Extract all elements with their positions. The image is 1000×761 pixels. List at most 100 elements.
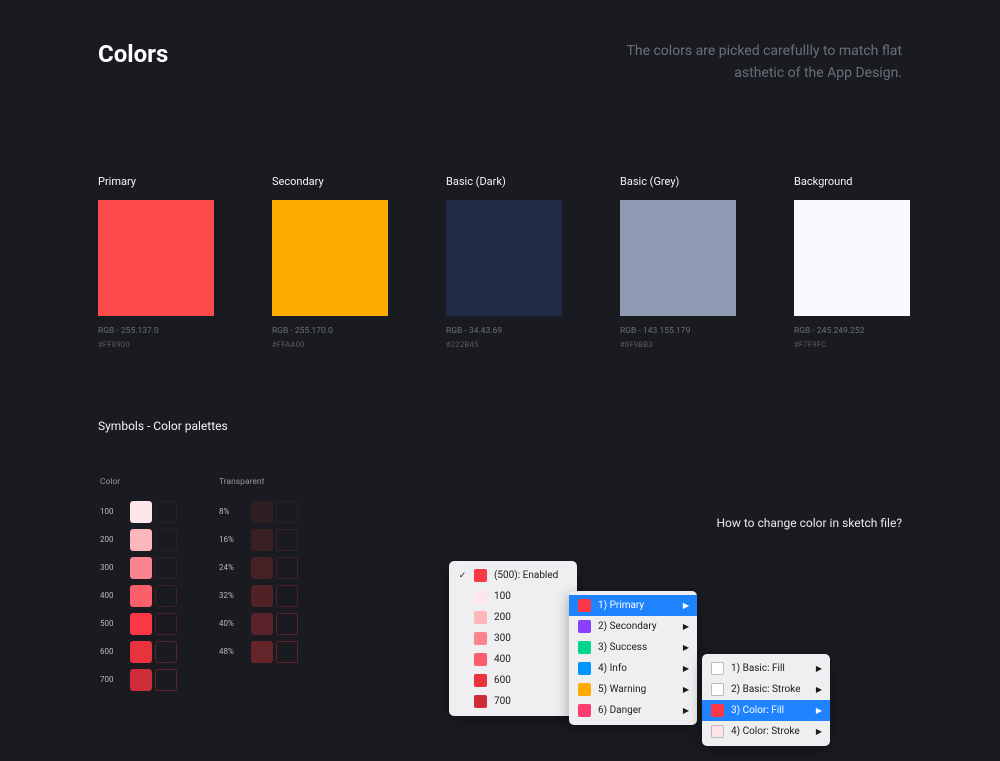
chip-stroke	[155, 641, 177, 663]
color-swatch-icon	[578, 599, 591, 612]
chip-fill	[130, 585, 152, 607]
chip-fill	[251, 501, 273, 523]
palette-step: 200	[100, 535, 120, 544]
menu-item[interactable]: 3) Color: Fill▶	[702, 700, 830, 721]
palette-row: 8%	[219, 501, 298, 523]
palette-row: 600	[100, 641, 177, 663]
swatch-label: Secondary	[272, 175, 388, 188]
menu-item[interactable]: 100	[449, 586, 577, 607]
chip-fill	[130, 641, 152, 663]
color-swatch-icon	[578, 704, 591, 717]
menu-basic-color[interactable]: 1) Basic: Fill▶2) Basic: Stroke▶3) Color…	[702, 654, 830, 746]
chip-fill	[130, 613, 152, 635]
chevron-right-icon: ▶	[683, 643, 689, 652]
chevron-right-icon: ▶	[683, 664, 689, 673]
palette-step: 40%	[219, 619, 241, 628]
menu-categories[interactable]: 1) Primary▶2) Secondary▶3) Success▶4) In…	[569, 591, 697, 725]
swatch-background: BackgroundRGB - 245.249.252#F7F9FC	[794, 175, 910, 349]
color-swatch-icon	[711, 725, 724, 738]
palette-step: 8%	[219, 507, 241, 516]
context-menus: ✓(500): Enabled100200 300 400600700 1) Pri…	[449, 561, 909, 761]
menu-item[interactable]: 5) Warning ▶	[569, 679, 697, 700]
swatch-box	[272, 200, 388, 316]
menu-item[interactable]: 600	[449, 670, 577, 691]
palette-row: 48%	[219, 641, 298, 663]
color-swatch-icon	[474, 653, 487, 666]
menu-item[interactable]: 400	[449, 649, 577, 670]
chevron-right-icon: ▶	[816, 664, 822, 673]
palette-row: 700	[100, 669, 177, 691]
chip-stroke	[155, 557, 177, 579]
palette-color-head: Color	[100, 477, 177, 487]
palette-row: 32%	[219, 585, 298, 607]
palette-row: 100	[100, 501, 177, 523]
palette-row: 400	[100, 585, 177, 607]
palette-step: 400	[100, 591, 120, 600]
chevron-right-icon: ▶	[816, 685, 822, 694]
menu-item[interactable]: 4) Info ▶	[569, 658, 697, 679]
swatch-primary: Primary RGB - 255.137.0 #FF8900	[98, 175, 214, 349]
palette-step: 16%	[219, 535, 241, 544]
swatch-hex: #FF8900	[98, 340, 214, 349]
menu-item-label: 6) Danger	[598, 705, 641, 716]
chip-fill	[130, 501, 152, 523]
menu-item-label: (500): Enabled	[494, 570, 558, 581]
swatch-label: Basic (Dark)	[446, 175, 562, 188]
swatch-label: Primary	[98, 175, 214, 188]
menu-item-label: 300	[494, 633, 511, 644]
chip-stroke	[276, 501, 298, 523]
palette-step: 600	[100, 647, 120, 656]
menu-item[interactable]: 4) Color: Stroke▶	[702, 721, 830, 742]
swatch-secondary: Secondary RGB - 255.170.0 #FFAA00	[272, 175, 388, 349]
palette-row: 24%	[219, 557, 298, 579]
menu-item[interactable]: ✓(500): Enabled	[449, 565, 577, 586]
menu-item-label: 2) Basic: Stroke	[731, 684, 800, 695]
menu-item[interactable]: 1) Basic: Fill ▶	[702, 658, 830, 679]
menu-item[interactable]: 1) Primary▶	[569, 595, 697, 616]
color-swatch-icon	[578, 662, 591, 675]
swatch-rgb: RGB - 245.249.252	[794, 326, 910, 336]
chevron-right-icon: ▶	[683, 706, 689, 715]
chip-fill	[251, 529, 273, 551]
color-swatch-icon	[711, 704, 724, 717]
color-swatch-icon	[474, 632, 487, 645]
palette-transparent-col: Transparent 8%16%24%32%40%48%	[219, 477, 298, 697]
color-swatch-icon	[474, 695, 487, 708]
color-swatch-icon	[711, 662, 724, 675]
swatch-box	[794, 200, 910, 316]
swatch-rgb: RGB - 255.137.0	[98, 326, 214, 336]
menu-shades[interactable]: ✓(500): Enabled100200 300 400600700	[449, 561, 577, 716]
menu-item-label: 1) Basic: Fill	[731, 663, 785, 674]
chip-fill	[251, 585, 273, 607]
chip-stroke	[155, 585, 177, 607]
swatch-basic-grey-: Basic (Grey)RGB - 143.155.179#8F9BB3	[620, 175, 736, 349]
menu-item-label: 4) Info	[598, 663, 627, 674]
menu-item[interactable]: 300	[449, 628, 577, 649]
swatch-rgb: RGB - 34.43.69	[446, 326, 562, 336]
menu-item-label: 5) Warning	[598, 684, 646, 695]
color-swatch-icon	[474, 590, 487, 603]
swatch-rgb: RGB - 255.170.0	[272, 326, 388, 336]
chip-stroke	[276, 641, 298, 663]
swatch-label: Basic (Grey)	[620, 175, 736, 188]
swatch-hex: #FFAA00	[272, 340, 388, 349]
swatch-hex: #222B45	[446, 340, 562, 349]
swatch-label: Background	[794, 175, 910, 188]
menu-item[interactable]: 200	[449, 607, 577, 628]
page-subtitle: The colors are picked carefullly to matc…	[627, 40, 902, 85]
chip-stroke	[155, 501, 177, 523]
chevron-right-icon: ▶	[683, 601, 689, 610]
palette-step: 300	[100, 563, 120, 572]
chevron-right-icon: ▶	[683, 622, 689, 631]
menu-item[interactable]: 3) Success▶	[569, 637, 697, 658]
palette-row: 300	[100, 557, 177, 579]
menu-item[interactable]: 6) Danger ▶	[569, 700, 697, 721]
section-symbols-title: Symbols - Color palettes	[98, 419, 902, 433]
menu-item[interactable]: 700	[449, 691, 577, 712]
menu-item[interactable]: 2) Secondary▶	[569, 616, 697, 637]
subtitle-line1: The colors are picked carefullly to matc…	[627, 43, 902, 59]
chevron-right-icon: ▶	[816, 706, 822, 715]
chip-stroke	[276, 613, 298, 635]
chevron-right-icon: ▶	[683, 685, 689, 694]
menu-item[interactable]: 2) Basic: Stroke ▶	[702, 679, 830, 700]
